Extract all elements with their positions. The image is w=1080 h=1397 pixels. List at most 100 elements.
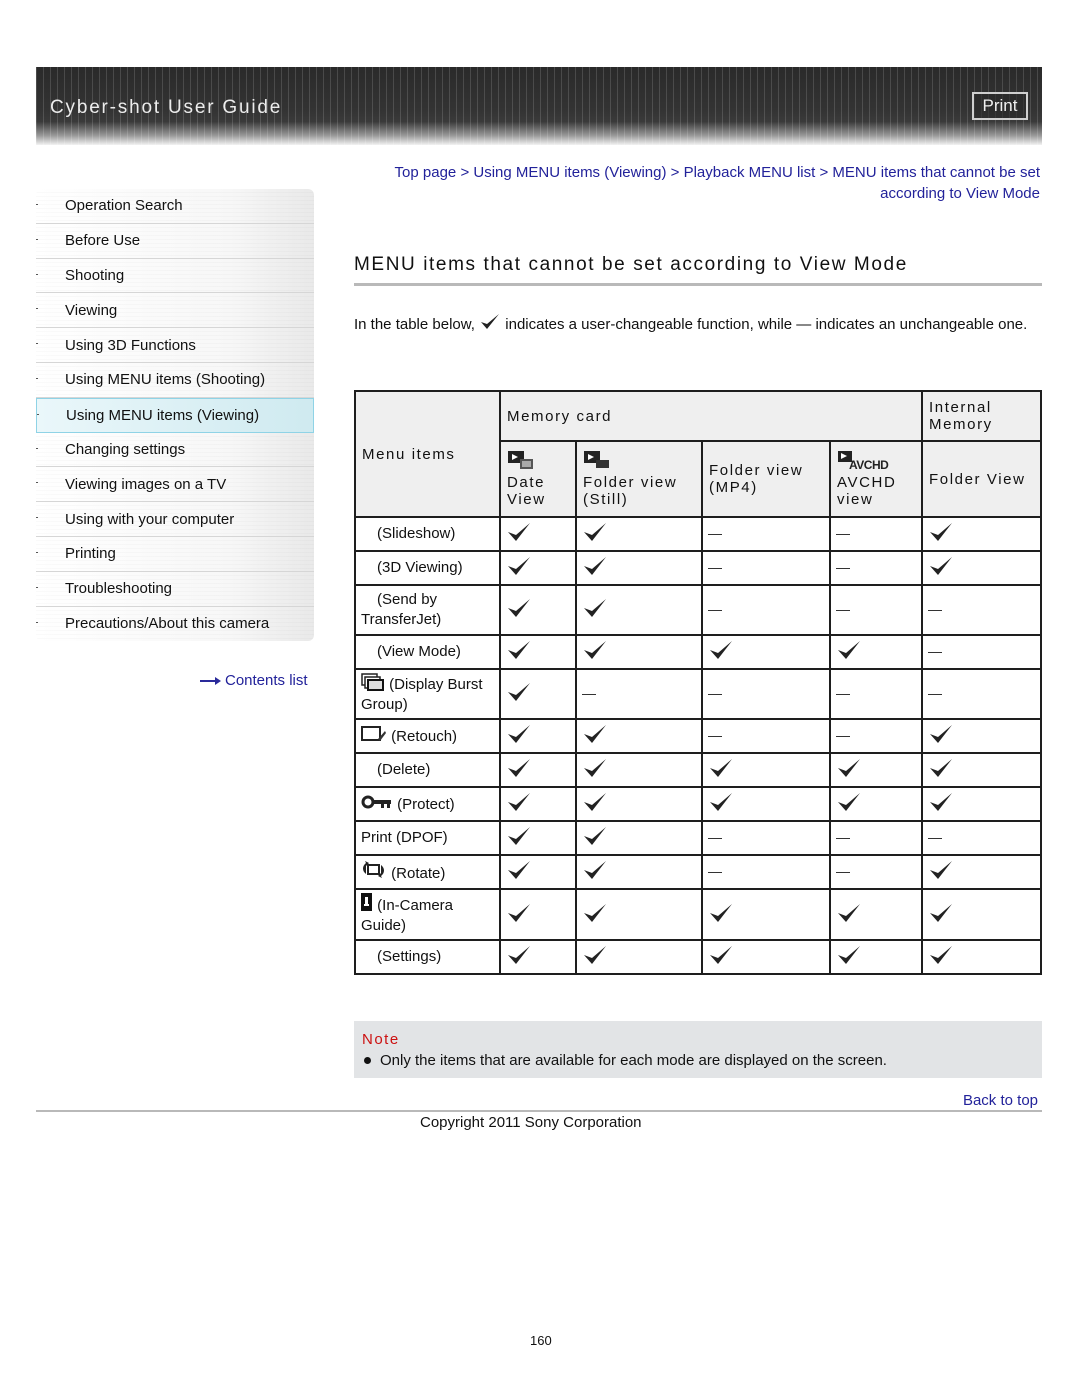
print-button[interactable]: Print bbox=[972, 92, 1028, 120]
changeable-cell bbox=[575, 888, 703, 941]
note-item: Only the items that are available for ea… bbox=[364, 1052, 887, 1069]
table-row: (Slideshow) bbox=[354, 516, 1042, 552]
changeable-cell bbox=[921, 888, 1042, 941]
unchangeable-cell bbox=[921, 820, 1042, 856]
checkmark-icon bbox=[584, 946, 606, 964]
sidebar-item-using-with-your-computer[interactable]: Using with your computer bbox=[36, 502, 314, 537]
changeable-cell bbox=[499, 939, 577, 975]
sidebar-item-troubleshooting[interactable]: Troubleshooting bbox=[36, 571, 314, 607]
changeable-cell bbox=[829, 634, 923, 670]
menu-item-cell: (Protect) bbox=[354, 786, 501, 822]
sidebar-item-label: Using 3D Functions bbox=[65, 336, 196, 354]
breadcrumb-link[interactable]: Top page bbox=[395, 164, 457, 181]
sidebar-item-changing-settings[interactable]: Changing settings bbox=[36, 432, 314, 468]
sidebar-item-label: Using MENU items (Shooting) bbox=[65, 371, 266, 389]
column-header-avchd-view: AVCHD AVCHD view bbox=[829, 440, 923, 518]
menu-item-label: (Retouch) bbox=[391, 728, 458, 745]
note-text: Only the items that are available for ea… bbox=[380, 1052, 887, 1069]
menu-item-cell: (Slideshow) bbox=[354, 516, 501, 552]
unchangeable-cell bbox=[701, 718, 831, 754]
dash-icon bbox=[708, 837, 722, 840]
sidebar-item-label: Using with your computer bbox=[65, 510, 235, 528]
sidebar-item-before-use[interactable]: Before Use bbox=[36, 223, 314, 259]
sidebar-item-label: Printing bbox=[65, 545, 116, 563]
menu-item-cell: (Display Burst Group) bbox=[354, 668, 501, 720]
checkmark-icon bbox=[481, 314, 500, 329]
sidebar-item-label: Viewing bbox=[65, 301, 118, 319]
back-to-top-link[interactable]: Back to top bbox=[963, 1092, 1038, 1109]
checkmark-icon bbox=[710, 946, 732, 964]
column-label: Date View bbox=[507, 474, 546, 508]
menu-item-cell: (Retouch) bbox=[354, 718, 501, 754]
menu-item-cell: (View Mode) bbox=[354, 634, 501, 670]
unchangeable-cell bbox=[701, 584, 831, 636]
nav-marker bbox=[36, 621, 38, 623]
checkmark-icon bbox=[508, 557, 530, 575]
dash-icon bbox=[928, 837, 942, 840]
changeable-cell bbox=[921, 786, 1042, 822]
changeable-cell bbox=[701, 752, 831, 788]
checkmark-icon bbox=[710, 641, 732, 659]
sidebar-item-shooting[interactable]: Shooting bbox=[36, 258, 314, 294]
unchangeable-cell bbox=[921, 634, 1042, 670]
unchangeable-cell bbox=[829, 550, 923, 586]
checkmark-icon bbox=[508, 759, 530, 777]
dash-icon bbox=[582, 693, 596, 696]
checkmark-icon bbox=[584, 599, 606, 617]
menu-item-label: (View Mode) bbox=[377, 643, 461, 660]
nav-marker bbox=[37, 413, 39, 415]
breadcrumb-link[interactable]: Using MENU items (Viewing) bbox=[473, 164, 666, 181]
checkmark-icon bbox=[584, 557, 606, 575]
changeable-cell bbox=[701, 939, 831, 975]
table-row: (3D Viewing) bbox=[354, 550, 1042, 586]
checkmark-icon bbox=[930, 523, 952, 541]
dash-icon bbox=[928, 609, 942, 612]
menu-item-label: (Delete) bbox=[377, 761, 431, 778]
checkmark-icon bbox=[930, 903, 952, 922]
unchangeable-cell bbox=[701, 820, 831, 856]
checkmark-icon bbox=[710, 793, 732, 811]
nav-marker bbox=[36, 308, 38, 310]
sidebar-item-precautions-about-this-camera[interactable]: Precautions/About this camera bbox=[36, 606, 314, 642]
dash-icon bbox=[836, 871, 850, 874]
menu-item-label: (In-Camera Guide) bbox=[361, 897, 454, 934]
sidebar-item-viewing-images-on-a-tv[interactable]: Viewing images on a TV bbox=[36, 467, 314, 503]
sidebar-item-using-menu-items-viewing[interactable]: Using MENU items (Viewing) bbox=[36, 397, 314, 433]
unchangeable-cell bbox=[701, 550, 831, 586]
nav-marker bbox=[36, 447, 38, 449]
changeable-cell bbox=[921, 718, 1042, 754]
unchangeable-cell bbox=[829, 718, 923, 754]
column-label: Folder View bbox=[929, 470, 1026, 488]
changeable-cell bbox=[575, 939, 703, 975]
sidebar-item-label: Before Use bbox=[65, 232, 141, 250]
checkmark-icon bbox=[930, 793, 952, 811]
checkmark-icon bbox=[508, 725, 530, 743]
table-row: (Rotate) bbox=[354, 854, 1042, 890]
sidebar-item-operation-search[interactable]: Operation Search bbox=[36, 189, 314, 224]
checkmark-icon bbox=[584, 725, 606, 743]
bullet-icon bbox=[364, 1057, 371, 1064]
menu-item-label: (Send by TransferJet) bbox=[361, 591, 442, 628]
breadcrumb-link[interactable]: MENU items that cannot be set according … bbox=[832, 164, 1040, 202]
changeable-cell bbox=[499, 718, 577, 754]
dash-icon bbox=[708, 871, 722, 874]
sidebar-item-viewing[interactable]: Viewing bbox=[36, 293, 314, 329]
contents-list-link[interactable]: Contents list bbox=[200, 672, 308, 689]
dash-icon bbox=[928, 693, 942, 696]
dash-icon bbox=[836, 735, 850, 738]
unchangeable-cell bbox=[575, 668, 703, 720]
checkmark-icon bbox=[584, 641, 606, 659]
checkmark-icon bbox=[508, 903, 530, 922]
breadcrumb-link[interactable]: Playback MENU list bbox=[684, 164, 816, 181]
changeable-cell bbox=[499, 634, 577, 670]
checkmark-icon bbox=[508, 523, 530, 541]
sidebar-item-using-3d-functions[interactable]: Using 3D Functions bbox=[36, 328, 314, 363]
sidebar-nav: Operation Search Before Use Shooting Viewin… bbox=[36, 189, 314, 642]
sidebar-item-printing[interactable]: Printing bbox=[36, 536, 314, 572]
unchangeable-cell bbox=[829, 854, 923, 890]
unchangeable-cell bbox=[829, 584, 923, 636]
header-internal-memory: Internal Memory bbox=[921, 390, 1042, 442]
sidebar-item-label: Troubleshooting bbox=[65, 580, 173, 598]
burst-group-icon bbox=[361, 673, 384, 691]
sidebar-item-using-menu-items-shooting[interactable]: Using MENU items (Shooting) bbox=[36, 362, 314, 398]
